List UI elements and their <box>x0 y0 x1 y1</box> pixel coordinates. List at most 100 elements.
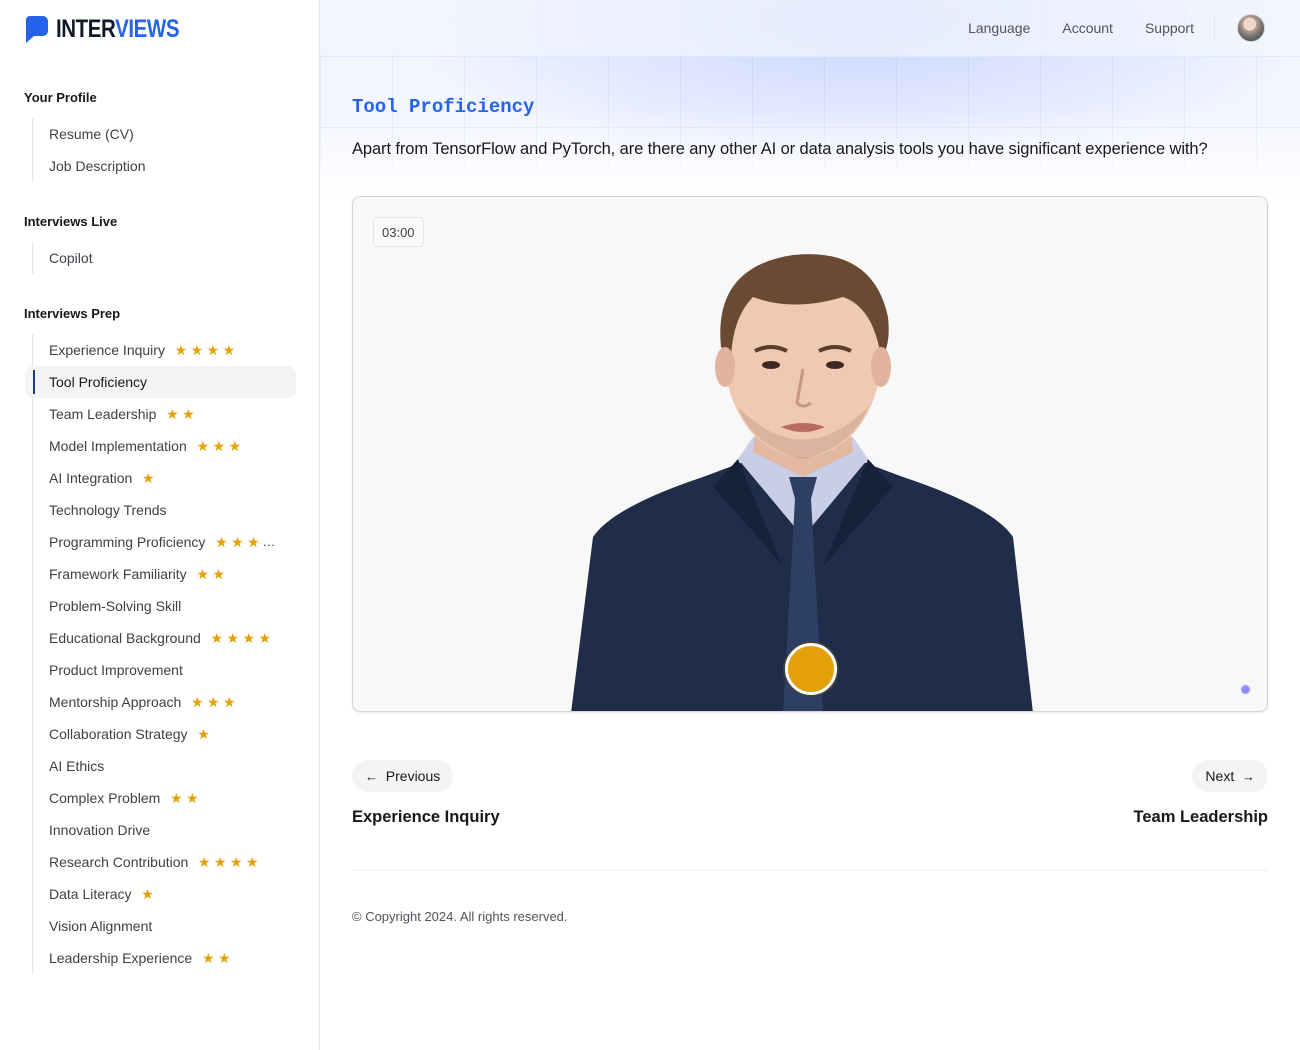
sidebar-item-label: Copilot <box>49 250 93 266</box>
user-avatar[interactable] <box>1237 14 1265 42</box>
app: INTERVIEWS Your Profile Resume (CV) Job De… <box>0 0 1300 1050</box>
sidebar-item-experience-inquiry[interactable]: Experience Inquiry ★ ★ ★ ★ <box>33 334 296 366</box>
sidebar-item-copilot[interactable]: Copilot <box>33 242 296 274</box>
star-icon: ★ <box>141 886 154 902</box>
status-indicator-dot <box>1241 685 1250 694</box>
rating-stars: ★ ★ ★ <box>196 430 242 462</box>
sidebar-section-title: Interviews Live <box>24 214 118 229</box>
star-icon: ★ <box>226 630 240 646</box>
sidebar-item-label: Mentorship Approach <box>49 694 182 710</box>
rating-stars: ★ ★ ★ <box>214 526 260 558</box>
sidebar-item-label: Leadership Experience <box>49 950 193 966</box>
sidebar-item-label: Job Description <box>49 158 146 174</box>
sidebar-item-team-leadership[interactable]: Team Leadership ★ ★ <box>33 398 296 430</box>
sidebar-item-problem-solving-skill[interactable]: Problem-Solving Skill <box>33 590 296 622</box>
sidebar-item-collaboration-strategy[interactable]: Collaboration Strategy ★ <box>33 718 296 750</box>
sidebar-item-ai-integration[interactable]: AI Integration ★ <box>33 462 296 494</box>
star-icon: ★ <box>242 630 256 646</box>
nav-divider <box>1214 16 1215 40</box>
sidebar-item-innovation-drive[interactable]: Innovation Drive <box>33 814 296 846</box>
sidebar-item-label: Experience Inquiry <box>49 342 165 358</box>
sidebar-item-label: Research Contribution <box>49 854 189 870</box>
record-button[interactable] <box>785 643 837 695</box>
sidebar-item-product-improvement[interactable]: Product Improvement <box>33 654 296 686</box>
sidebar-item-research-contribution[interactable]: Research Contribution ★ ★ ★ ★ <box>33 846 296 878</box>
sidebar-item-label: Model Implementation <box>49 438 187 454</box>
sidebar-item-technology-trends[interactable]: Technology Trends <box>33 494 296 526</box>
sidebar-item-label: Technology Trends <box>49 502 167 518</box>
sidebar-item-leadership-experience[interactable]: Leadership Experience ★ ★ <box>33 942 296 974</box>
rating-stars: ★ ★ ★ <box>190 686 236 718</box>
star-icon: ★ <box>201 950 215 966</box>
star-icon: ★ <box>196 566 209 582</box>
star-icon: ★ <box>174 342 188 358</box>
next-question-title[interactable]: Team Leadership <box>1134 808 1269 827</box>
star-icon: ★ <box>230 854 243 870</box>
sidebar-item-data-literacy[interactable]: Data Literacy ★ <box>33 878 296 910</box>
sidebar-item-complex-problem[interactable]: Complex Problem ★ ★ <box>33 782 296 814</box>
rating-stars: ★ ★ <box>165 398 195 430</box>
main-content: Language Account Support Tool Proficienc… <box>320 0 1300 1050</box>
sidebar-item-vision-alignment[interactable]: Vision Alignment <box>33 910 296 942</box>
sidebar-item-label: Problem-Solving Skill <box>49 598 182 614</box>
star-icon: ★ <box>191 694 204 710</box>
sidebar-section: Interviews Live Copilot <box>24 212 296 274</box>
brand-part2: VIEWS <box>115 14 180 43</box>
top-header: Language Account Support <box>320 0 1300 57</box>
star-icon: ★ <box>246 854 259 870</box>
star-icon: ★ <box>207 694 220 710</box>
sidebar-item-resume-cv[interactable]: Resume (CV) <box>33 118 296 150</box>
star-icon: ★ <box>169 790 183 806</box>
sidebar-item-job-description[interactable]: Job Description <box>33 150 296 182</box>
previous-question-title[interactable]: Experience Inquiry <box>352 808 500 827</box>
star-icon: ★ <box>214 854 227 870</box>
star-icon: ★ <box>185 790 199 806</box>
star-icon: ★ <box>228 438 242 454</box>
sidebar-item-programming-proficiency[interactable]: Programming Proficiency ★ ★ ★… <box>33 526 296 558</box>
sidebar-item-label: Framework Familiarity <box>49 566 187 582</box>
brand-logo[interactable]: INTERVIEWS <box>24 14 206 44</box>
rating-stars: ★ ★ ★ ★ <box>197 846 259 878</box>
rating-stars: ★ <box>140 878 154 910</box>
sidebar-item-educational-background[interactable]: Educational Background ★ ★ ★ ★ <box>33 622 296 654</box>
star-icon: ★ <box>206 342 220 358</box>
star-icon: ★ <box>210 630 224 646</box>
speech-bubble-icon <box>25 16 48 43</box>
previous-button[interactable]: ← Previous <box>352 760 454 792</box>
sidebar-item-list: Copilot <box>32 242 296 274</box>
rating-stars: ★ ★ ★ ★ <box>210 622 272 654</box>
sidebar-section-title: Your Profile <box>24 90 97 105</box>
sidebar: INTERVIEWS Your Profile Resume (CV) Job De… <box>0 0 320 1050</box>
star-icon: ★ <box>231 534 244 550</box>
next-button[interactable]: Next → <box>1192 760 1268 792</box>
truncation-ellipsis: … <box>262 534 276 549</box>
page-title: Tool Proficiency <box>352 96 535 118</box>
sidebar-item-label: Collaboration Strategy <box>49 726 188 742</box>
nav-language[interactable]: Language <box>968 20 1030 36</box>
previous-button-label: Previous <box>385 768 441 784</box>
top-nav: Language Account Support <box>936 12 1265 44</box>
video-card: 03:00 <box>352 196 1268 712</box>
sidebar-section-title: Interviews Prep <box>24 306 121 321</box>
star-icon: ★ <box>197 726 210 742</box>
rating-stars: ★ <box>197 718 211 750</box>
nav-account[interactable]: Account <box>1062 20 1113 36</box>
sidebar-item-label: Educational Background <box>49 630 201 646</box>
interviewer-avatar-video <box>571 254 1033 711</box>
star-icon: ★ <box>223 694 236 710</box>
rating-stars: ★ <box>141 462 155 494</box>
sidebar-item-mentorship-approach[interactable]: Mentorship Approach ★ ★ ★ <box>33 686 296 718</box>
brand-name: INTERVIEWS <box>56 14 180 44</box>
sidebar-item-tool-proficiency[interactable]: Tool Proficiency <box>25 366 296 398</box>
star-icon: ★ <box>142 470 155 486</box>
sidebar-item-ai-ethics[interactable]: AI Ethics <box>33 750 296 782</box>
star-icon: ★ <box>222 342 236 358</box>
star-icon: ★ <box>258 630 272 646</box>
sidebar-item-model-implementation[interactable]: Model Implementation ★ ★ ★ <box>33 430 296 462</box>
sidebar-item-label: Resume (CV) <box>49 126 134 142</box>
star-icon: ★ <box>217 950 231 966</box>
sidebar-item-framework-familiarity[interactable]: Framework Familiarity ★ ★ <box>33 558 296 590</box>
arrow-left-icon: ← <box>365 769 378 784</box>
sidebar-item-label: Data Literacy <box>49 886 132 902</box>
nav-support[interactable]: Support <box>1145 20 1194 36</box>
